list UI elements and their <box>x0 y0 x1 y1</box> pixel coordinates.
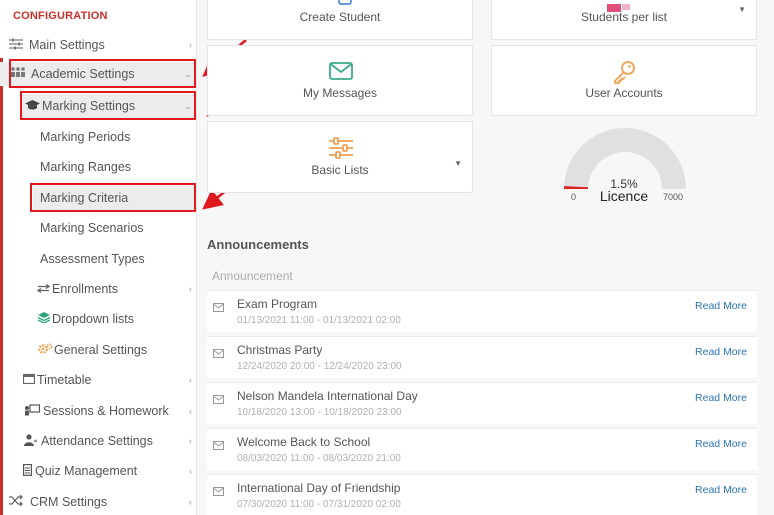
user-accounts-label: User Accounts <box>585 86 663 100</box>
sidebar-item-crm-settings[interactable]: CRM Settings ‹ <box>0 490 197 514</box>
announcement-title: Exam Program <box>237 297 318 311</box>
read-more-link[interactable]: Read More <box>695 392 747 404</box>
sidebar-item-dropdown-lists[interactable]: Dropdown lists <box>0 307 197 331</box>
announcement-row[interactable]: Exam Program 01/13/2021 11:00 - 01/13/20… <box>207 290 757 332</box>
presentation-icon <box>24 403 41 419</box>
sidebar-section-title: CONFIGURATION <box>13 10 108 22</box>
announcements-subtitle: Announcement <box>212 269 293 283</box>
envelope-icon <box>213 441 224 450</box>
sidebar-item-quiz-management[interactable]: Quiz Management ‹ <box>0 459 197 483</box>
gauge-min: 0 <box>571 192 577 202</box>
envelope-icon <box>213 395 224 404</box>
sidebar-item-label: CRM Settings <box>30 495 108 509</box>
sidebar-item-attendance-settings[interactable]: Attendance Settings ‹ <box>0 429 197 453</box>
announcement-dates: 01/13/2021 11:00 - 01/13/2021 02:00 <box>237 315 401 326</box>
sidebar-item-timetable[interactable]: Timetable ‹ <box>0 368 197 392</box>
gears-icon <box>37 342 53 358</box>
sliders-icon <box>8 38 24 53</box>
user-accounts-card[interactable]: User Accounts <box>491 45 757 116</box>
sidebar-item-general-settings[interactable]: General Settings <box>0 338 197 362</box>
chevron-left-icon: ‹ <box>189 375 192 385</box>
basic-lists-label: Basic Lists <box>311 163 369 177</box>
envelope-icon <box>329 62 353 85</box>
envelope-icon <box>213 303 224 312</box>
clipboard-icon <box>22 463 33 479</box>
sidebar-item-assessment-types[interactable]: Assessment Types <box>0 247 197 271</box>
annotation-highlight-criteria <box>30 183 196 212</box>
announcement-row[interactable]: Welcome Back to School 08/03/2020 11:00 … <box>207 428 757 470</box>
chevron-left-icon: ‹ <box>189 406 192 416</box>
basic-lists-card[interactable]: Basic Lists ▼ <box>207 121 473 193</box>
students-per-list-card[interactable]: Students per list ▼ <box>491 0 757 40</box>
gauge-label: Licence <box>599 188 649 204</box>
announcement-title: Welcome Back to School <box>237 435 371 449</box>
envelope-icon <box>213 487 224 496</box>
announcement-dates: 07/30/2020 11:00 - 07/31/2020 02:00 <box>237 499 401 510</box>
key-icon <box>613 60 637 89</box>
sidebar-item-label: General Settings <box>54 343 148 357</box>
sidebar-item-label: Quiz Management <box>35 464 138 478</box>
announcement-title: Nelson Mandela International Day <box>237 389 418 403</box>
announcement-row[interactable]: Nelson Mandela International Day 10/18/2… <box>207 382 757 424</box>
chevron-left-icon: ‹ <box>189 497 192 507</box>
read-more-link[interactable]: Read More <box>695 346 747 358</box>
announcements-title: Announcements <box>207 237 309 252</box>
sidebar-item-label: Sessions & Homework <box>43 404 169 418</box>
sidebar: CONFIGURATION Main Settings ‹ Academic S… <box>0 0 197 515</box>
sidebar-item-label: Marking Scenarios <box>40 221 144 235</box>
sidebar-item-label: Timetable <box>37 373 92 387</box>
sidebar-item-label: Enrollments <box>52 282 118 296</box>
students-per-list-label: Students per list <box>580 10 668 24</box>
user-check-icon <box>24 433 38 449</box>
announcement-row[interactable]: International Day of Friendship 07/30/20… <box>207 474 757 515</box>
sliders-icon <box>328 137 354 164</box>
sidebar-item-main-settings[interactable]: Main Settings ‹ <box>0 33 197 57</box>
chevron-left-icon: ‹ <box>189 466 192 476</box>
arrows-exchange-icon <box>36 282 50 296</box>
announcement-title: Christmas Party <box>237 343 323 357</box>
announcement-title: International Day of Friendship <box>237 481 401 495</box>
gauge-max: 7000 <box>663 192 684 202</box>
sidebar-item-marking-scenarios[interactable]: Marking Scenarios <box>0 216 197 240</box>
envelope-icon <box>213 349 224 358</box>
sidebar-item-label: Attendance Settings <box>41 434 153 448</box>
announcement-row[interactable]: Christmas Party 12/24/2020 20:00 - 12/24… <box>207 336 757 378</box>
sidebar-item-label: Dropdown lists <box>52 312 134 326</box>
read-more-link[interactable]: Read More <box>695 300 747 312</box>
chevron-left-icon: ‹ <box>189 284 192 294</box>
create-student-card[interactable]: Create Student <box>207 0 473 40</box>
sidebar-item-marking-ranges[interactable]: Marking Ranges <box>0 155 197 179</box>
calendar-icon <box>22 373 35 387</box>
chevron-left-icon: ‹ <box>189 436 192 446</box>
create-student-label: Create Student <box>299 10 381 24</box>
sidebar-item-label: Main Settings <box>29 38 105 52</box>
shuffle-icon <box>8 494 24 509</box>
announcement-dates: 12/24/2020 20:00 - 12/24/2020 23:00 <box>237 361 402 372</box>
annotation-highlight-marking <box>20 91 196 120</box>
my-messages-card[interactable]: My Messages <box>207 45 473 116</box>
caret-down-icon[interactable]: ▼ <box>454 159 462 168</box>
read-more-link[interactable]: Read More <box>695 438 747 450</box>
my-messages-label: My Messages <box>302 86 378 100</box>
annotation-highlight-academic <box>9 59 196 88</box>
announcement-dates: 10/18/2020 13:00 - 10/18/2020 23:00 <box>237 407 402 418</box>
read-more-link[interactable]: Read More <box>695 484 747 496</box>
sidebar-item-sessions-homework[interactable]: Sessions & Homework ‹ <box>0 399 197 423</box>
caret-down-icon[interactable]: ▼ <box>738 5 746 14</box>
sidebar-item-label: Marking Periods <box>40 130 131 144</box>
announcement-dates: 08/03/2020 11:00 - 08/03/2020 21:00 <box>237 453 401 464</box>
sidebar-item-marking-periods[interactable]: Marking Periods <box>0 125 197 149</box>
sidebar-item-label: Marking Ranges <box>40 160 132 174</box>
layers-icon <box>37 312 50 326</box>
sidebar-item-label: Assessment Types <box>40 252 145 266</box>
sidebar-item-enrollments[interactable]: Enrollments ‹ <box>0 277 197 301</box>
